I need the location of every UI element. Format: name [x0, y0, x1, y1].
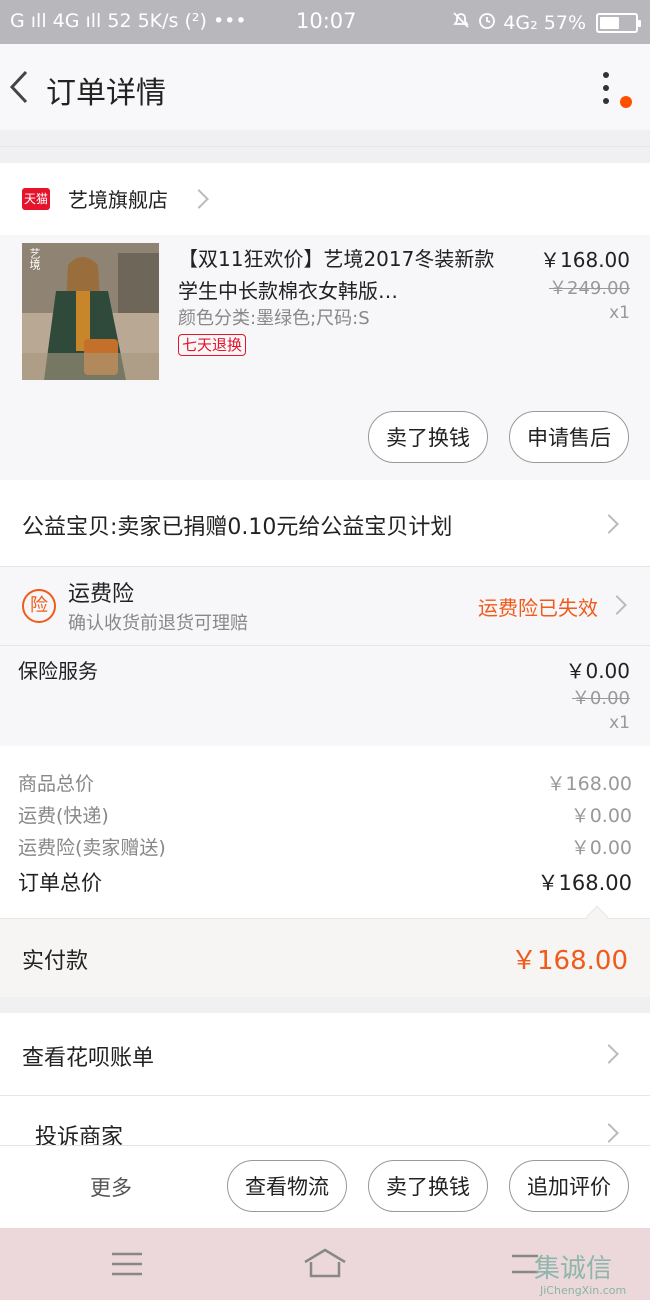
summary-value: ￥0.00 [570, 805, 632, 827]
section-gap [0, 997, 650, 1013]
status-signal-info: G ıll 4G ıll 52 5K/s (²) ••• [10, 10, 247, 32]
alarm-icon [477, 10, 497, 35]
status-time: 10:07 [296, 9, 357, 33]
sell-item-button-bottom[interactable]: 卖了换钱 [368, 1160, 488, 1212]
thumbnail-brand-text: 艺境 [28, 248, 41, 270]
insurance-icon: 险 [22, 589, 56, 623]
after-sale-button[interactable]: 申请售后 [509, 411, 629, 463]
summary-label: 运费险(卖家赠送) [18, 837, 166, 859]
more-options-icon[interactable] [596, 68, 616, 108]
summary-label: 运费(快递) [18, 805, 109, 827]
navigation-bar: 订单详情 [0, 44, 650, 130]
notification-dot [620, 96, 632, 108]
insurance-service-price: ￥0.00 [565, 659, 630, 683]
back-icon[interactable] [6, 66, 36, 108]
shipping-insurance-title: 运费险 [68, 582, 135, 607]
tmall-badge: 天猫 [22, 188, 50, 210]
menu-icon[interactable] [110, 1250, 144, 1282]
order-total-label: 订单总价 [18, 871, 102, 895]
summary-value: ￥168.00 [546, 773, 632, 795]
status-right: 4G₂ 57% [451, 10, 641, 35]
order-total-value: ￥168.00 [537, 871, 632, 895]
summary-label: 商品总价 [18, 773, 95, 795]
status-bar: G ıll 4G ıll 52 5K/s (²) ••• 10:07 4G₂ 5… [0, 0, 650, 44]
page-title: 订单详情 [46, 76, 166, 111]
summary-value: ￥0.00 [570, 837, 632, 859]
home-icon[interactable] [303, 1248, 347, 1284]
watermark-url: JiChengXin.com [540, 1284, 627, 1297]
return-policy-badge: 七天退换 [178, 334, 247, 356]
network-battery-text: 4G₂ 57% [503, 11, 586, 34]
insurance-service-label: 保险服务 [18, 659, 98, 683]
shipping-insurance-desc: 确认收货前退货可理赔 [68, 613, 248, 634]
insurance-service-quantity: x1 [609, 713, 630, 733]
product-sku: 颜色分类:墨绿色;尺码:S [178, 308, 370, 329]
product-title[interactable]: 【双11狂欢价】艺境2017冬装新款学生中长款棉衣女韩版… [178, 243, 508, 307]
product-original-price: ￥249.00 [549, 278, 630, 299]
charity-text: 公益宝贝:卖家已捐赠0.10元给公益宝贝计划 [22, 515, 453, 540]
product-quantity: x1 [609, 303, 630, 323]
battery-icon [596, 12, 641, 33]
paid-value: ￥168.00 [511, 946, 628, 976]
huabei-bill-link[interactable]: 查看花呗账单 [22, 1040, 154, 1072]
watermark-logo: 集诚信 [534, 1254, 613, 1284]
insurance-service-original-price: ￥0.00 [571, 688, 630, 709]
sell-item-button[interactable]: 卖了换钱 [368, 411, 488, 463]
view-logistics-button[interactable]: 查看物流 [227, 1160, 347, 1212]
paid-label: 实付款 [22, 949, 89, 974]
more-button[interactable]: 更多 [90, 1172, 132, 1202]
add-review-button[interactable]: 追加评价 [509, 1160, 629, 1212]
product-price: ￥168.00 [540, 248, 630, 272]
divider [0, 146, 650, 147]
mute-icon [451, 10, 471, 35]
product-thumbnail[interactable] [22, 243, 159, 380]
shipping-insurance-status: 运费险已失效 [478, 596, 598, 620]
shop-name[interactable]: 艺境旗舰店 [68, 184, 168, 213]
